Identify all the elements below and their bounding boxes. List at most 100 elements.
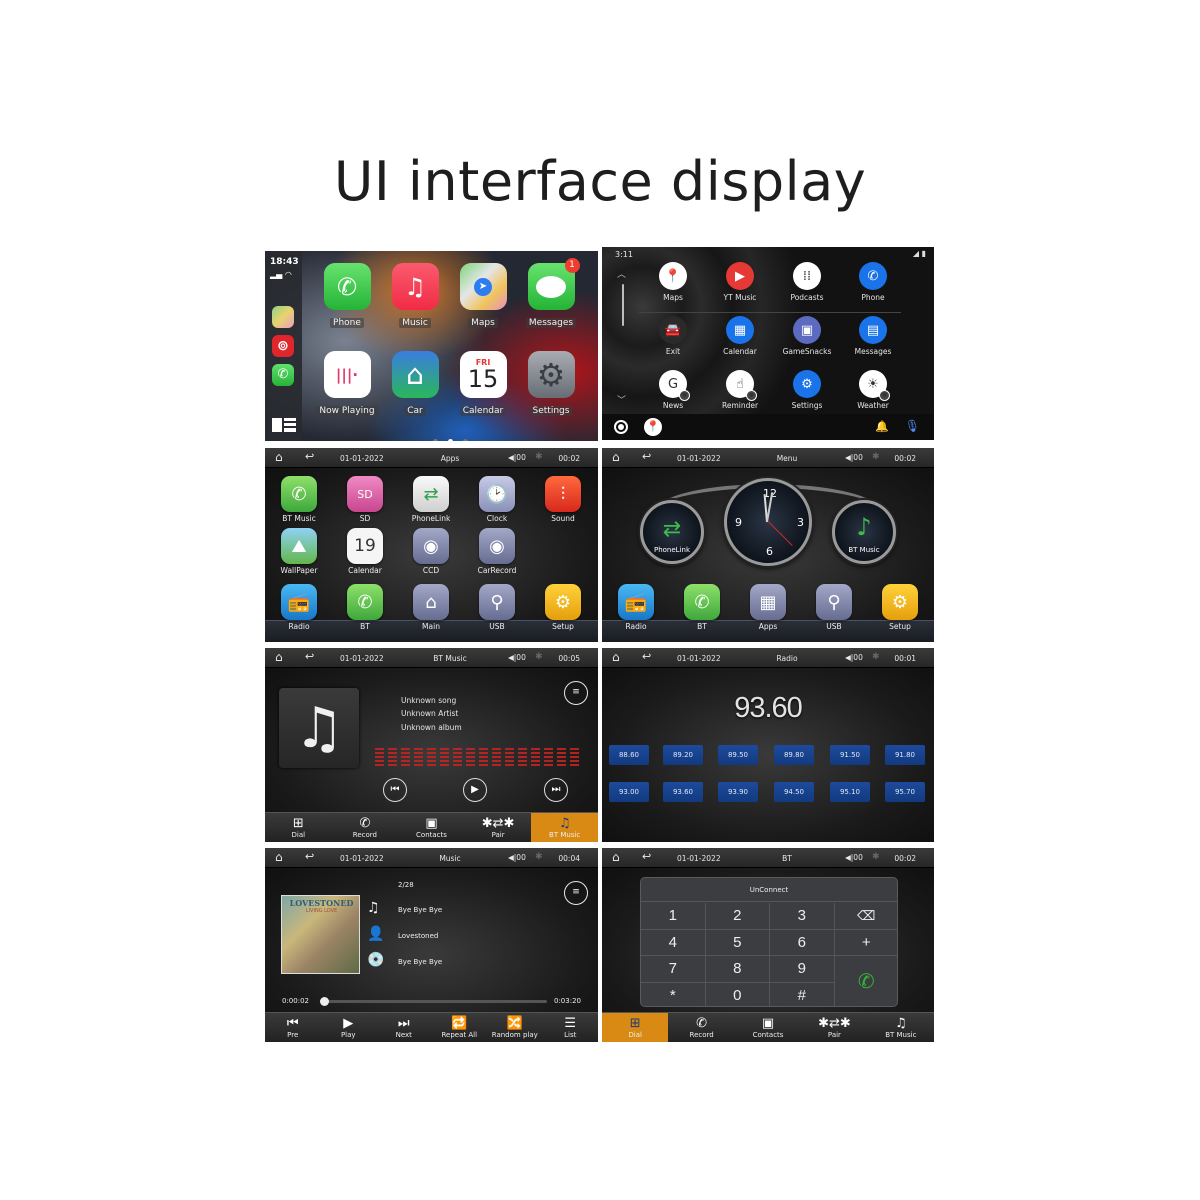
app-settings[interactable]: ⚙ Settings: [519, 351, 583, 417]
backspace-key[interactable]: ⌫: [834, 903, 897, 930]
app-messages[interactable]: 1 Messages: [519, 258, 583, 329]
home-icon[interactable]: ⌂: [275, 851, 283, 863]
preset-button[interactable]: 94.50: [774, 782, 814, 802]
app-podcasts[interactable]: ⁞⁞ Podcasts: [776, 262, 838, 302]
app-phone[interactable]: ✆ Phone: [315, 263, 379, 329]
volume-indicator[interactable]: ◀|00: [508, 653, 526, 662]
maps-shortcut-icon[interactable]: 📍: [644, 418, 662, 436]
next-button[interactable]: ⏭: [544, 778, 568, 802]
tab-dial[interactable]: ⊞ Dial: [602, 1013, 669, 1042]
app-sd[interactable]: SD SD: [335, 476, 395, 523]
app-radio[interactable]: 📻 Radio: [269, 584, 329, 631]
next-button[interactable]: ⏭ Next: [376, 1013, 432, 1042]
sidebar-phone-app[interactable]: ✆: [272, 364, 294, 386]
play-button[interactable]: ▶: [463, 778, 487, 802]
equalizer-button[interactable]: ≡: [564, 681, 588, 705]
home-icon[interactable]: ⌂: [275, 451, 283, 463]
scroll-up-icon[interactable]: ︿: [617, 267, 626, 280]
equalizer-button[interactable]: ≡: [564, 881, 588, 905]
app-reminder[interactable]: ☝ ● Reminder: [709, 370, 771, 410]
volume-indicator[interactable]: ◀|00: [845, 853, 863, 862]
scrollbar[interactable]: [622, 284, 624, 326]
home-icon[interactable]: ⌂: [275, 651, 283, 663]
preset-button[interactable]: 91.80: [885, 745, 925, 765]
app-phone[interactable]: ✆ Phone: [842, 262, 904, 302]
app-yt-music[interactable]: ▶ YT Music: [709, 262, 771, 302]
progress-knob[interactable]: [320, 997, 330, 1006]
app-bt-music[interactable]: ✆ BT Music: [269, 476, 329, 523]
app-maps[interactable]: 📍 Maps: [642, 262, 704, 302]
dial-key-3[interactable]: 3: [770, 903, 835, 930]
plus-key[interactable]: +: [834, 930, 897, 956]
preset-button[interactable]: 93.90: [718, 782, 758, 802]
dial-key-0[interactable]: 0: [706, 982, 770, 1006]
tab-contacts[interactable]: ▣ Contacts: [398, 813, 465, 842]
tab-bt-music[interactable]: ♫ BT Music: [868, 1013, 934, 1042]
preset-button[interactable]: 95.10: [830, 782, 870, 802]
app-gamesnacks[interactable]: ▣ GameSnacks: [776, 316, 838, 356]
sidebar-netease-app[interactable]: ⊚: [272, 335, 294, 357]
back-icon[interactable]: ↩: [305, 651, 314, 663]
home-icon[interactable]: ⌂: [612, 451, 620, 463]
app-ccd[interactable]: ◉ CCD: [401, 528, 461, 575]
preset-button[interactable]: 89.50: [718, 745, 758, 765]
tab-record[interactable]: ✆ Record: [332, 813, 399, 842]
dial-key-8[interactable]: 8: [705, 956, 770, 983]
microphone-icon[interactable]: 🎙: [905, 419, 920, 433]
preset-button[interactable]: 95.70: [885, 782, 925, 802]
page-indicator[interactable]: [428, 429, 473, 441]
tab-pair[interactable]: ✱⇄✱ Pair: [465, 813, 532, 842]
previous-button[interactable]: ⏮: [383, 778, 407, 802]
dial-key-6[interactable]: 6: [770, 929, 835, 956]
dock-usb[interactable]: ⚲ USB: [804, 584, 864, 631]
preset-button[interactable]: 88.60: [609, 745, 649, 765]
dashboard-toggle-icon[interactable]: [272, 418, 296, 432]
app-messages[interactable]: ▤ Messages: [842, 316, 904, 356]
dock-radio[interactable]: 📻 Radio: [606, 584, 666, 631]
dial-key-4[interactable]: 4: [641, 929, 706, 956]
page-dot[interactable]: [433, 439, 438, 441]
app-calendar[interactable]: ▦ Calendar: [709, 316, 771, 356]
call-button[interactable]: ✆: [835, 956, 898, 1006]
app-settings[interactable]: ⚙ Settings: [776, 370, 838, 410]
tab-pair[interactable]: ✱⇄✱ Pair: [801, 1013, 867, 1042]
app-news[interactable]: G ● News: [642, 370, 704, 410]
dock-apps[interactable]: ▦ Apps: [738, 584, 798, 631]
back-icon[interactable]: ↩: [642, 451, 651, 463]
bt-music-dial[interactable]: ♪ BT Music: [832, 500, 896, 564]
app-clock[interactable]: 🕑 Clock: [467, 476, 527, 523]
dial-key-1[interactable]: 1: [641, 903, 706, 930]
tab-bt-music[interactable]: ♫ BT Music: [531, 813, 598, 842]
scroll-down-icon[interactable]: ﹀: [617, 393, 626, 406]
dial-key-5[interactable]: 5: [705, 929, 770, 956]
app-sound[interactable]: ⫶ Sound: [533, 476, 593, 523]
home-icon[interactable]: ⌂: [612, 651, 620, 663]
tab-contacts[interactable]: ▣ Contacts: [735, 1013, 801, 1042]
dock-bt[interactable]: ✆ BT: [672, 584, 732, 631]
volume-indicator[interactable]: ◀|00: [845, 653, 863, 662]
app-main[interactable]: ⌂ Main: [401, 584, 461, 631]
dial-key-hash[interactable]: #: [770, 982, 835, 1006]
tab-dial[interactable]: ⊞ Dial: [265, 813, 332, 842]
phonelink-dial[interactable]: ⇄ PhoneLink: [640, 500, 704, 564]
app-usb[interactable]: ⚲ USB: [467, 584, 527, 631]
preset-button[interactable]: 89.20: [663, 745, 703, 765]
app-carrecord[interactable]: ◉ CarRecord: [467, 528, 527, 575]
play-button[interactable]: ▶ Play: [321, 1013, 377, 1042]
back-icon[interactable]: ↩: [305, 851, 314, 863]
app-phonelink[interactable]: ⇄ PhoneLink: [401, 476, 461, 523]
random-play-button[interactable]: 🔀 Random play: [487, 1013, 543, 1042]
dial-key-7[interactable]: 7: [641, 956, 706, 983]
app-car[interactable]: ⌂ Car: [383, 351, 447, 417]
home-icon[interactable]: ⌂: [612, 851, 620, 863]
app-exit[interactable]: 🚘 Exit: [642, 316, 704, 356]
app-weather[interactable]: ☀ ● Weather: [842, 370, 904, 410]
app-wallpaper[interactable]: ⛰ WallPaper: [269, 528, 329, 575]
sidebar-maps-app[interactable]: [272, 306, 294, 328]
list-button[interactable]: ☰ List: [543, 1013, 599, 1042]
app-calendar[interactable]: 19 Calendar: [335, 528, 395, 575]
app-setup[interactable]: ⚙ Setup: [533, 584, 593, 631]
preset-button[interactable]: 91.50: [830, 745, 870, 765]
volume-indicator[interactable]: ◀|00: [845, 453, 863, 462]
pre-button[interactable]: ⏮ Pre: [265, 1013, 321, 1042]
